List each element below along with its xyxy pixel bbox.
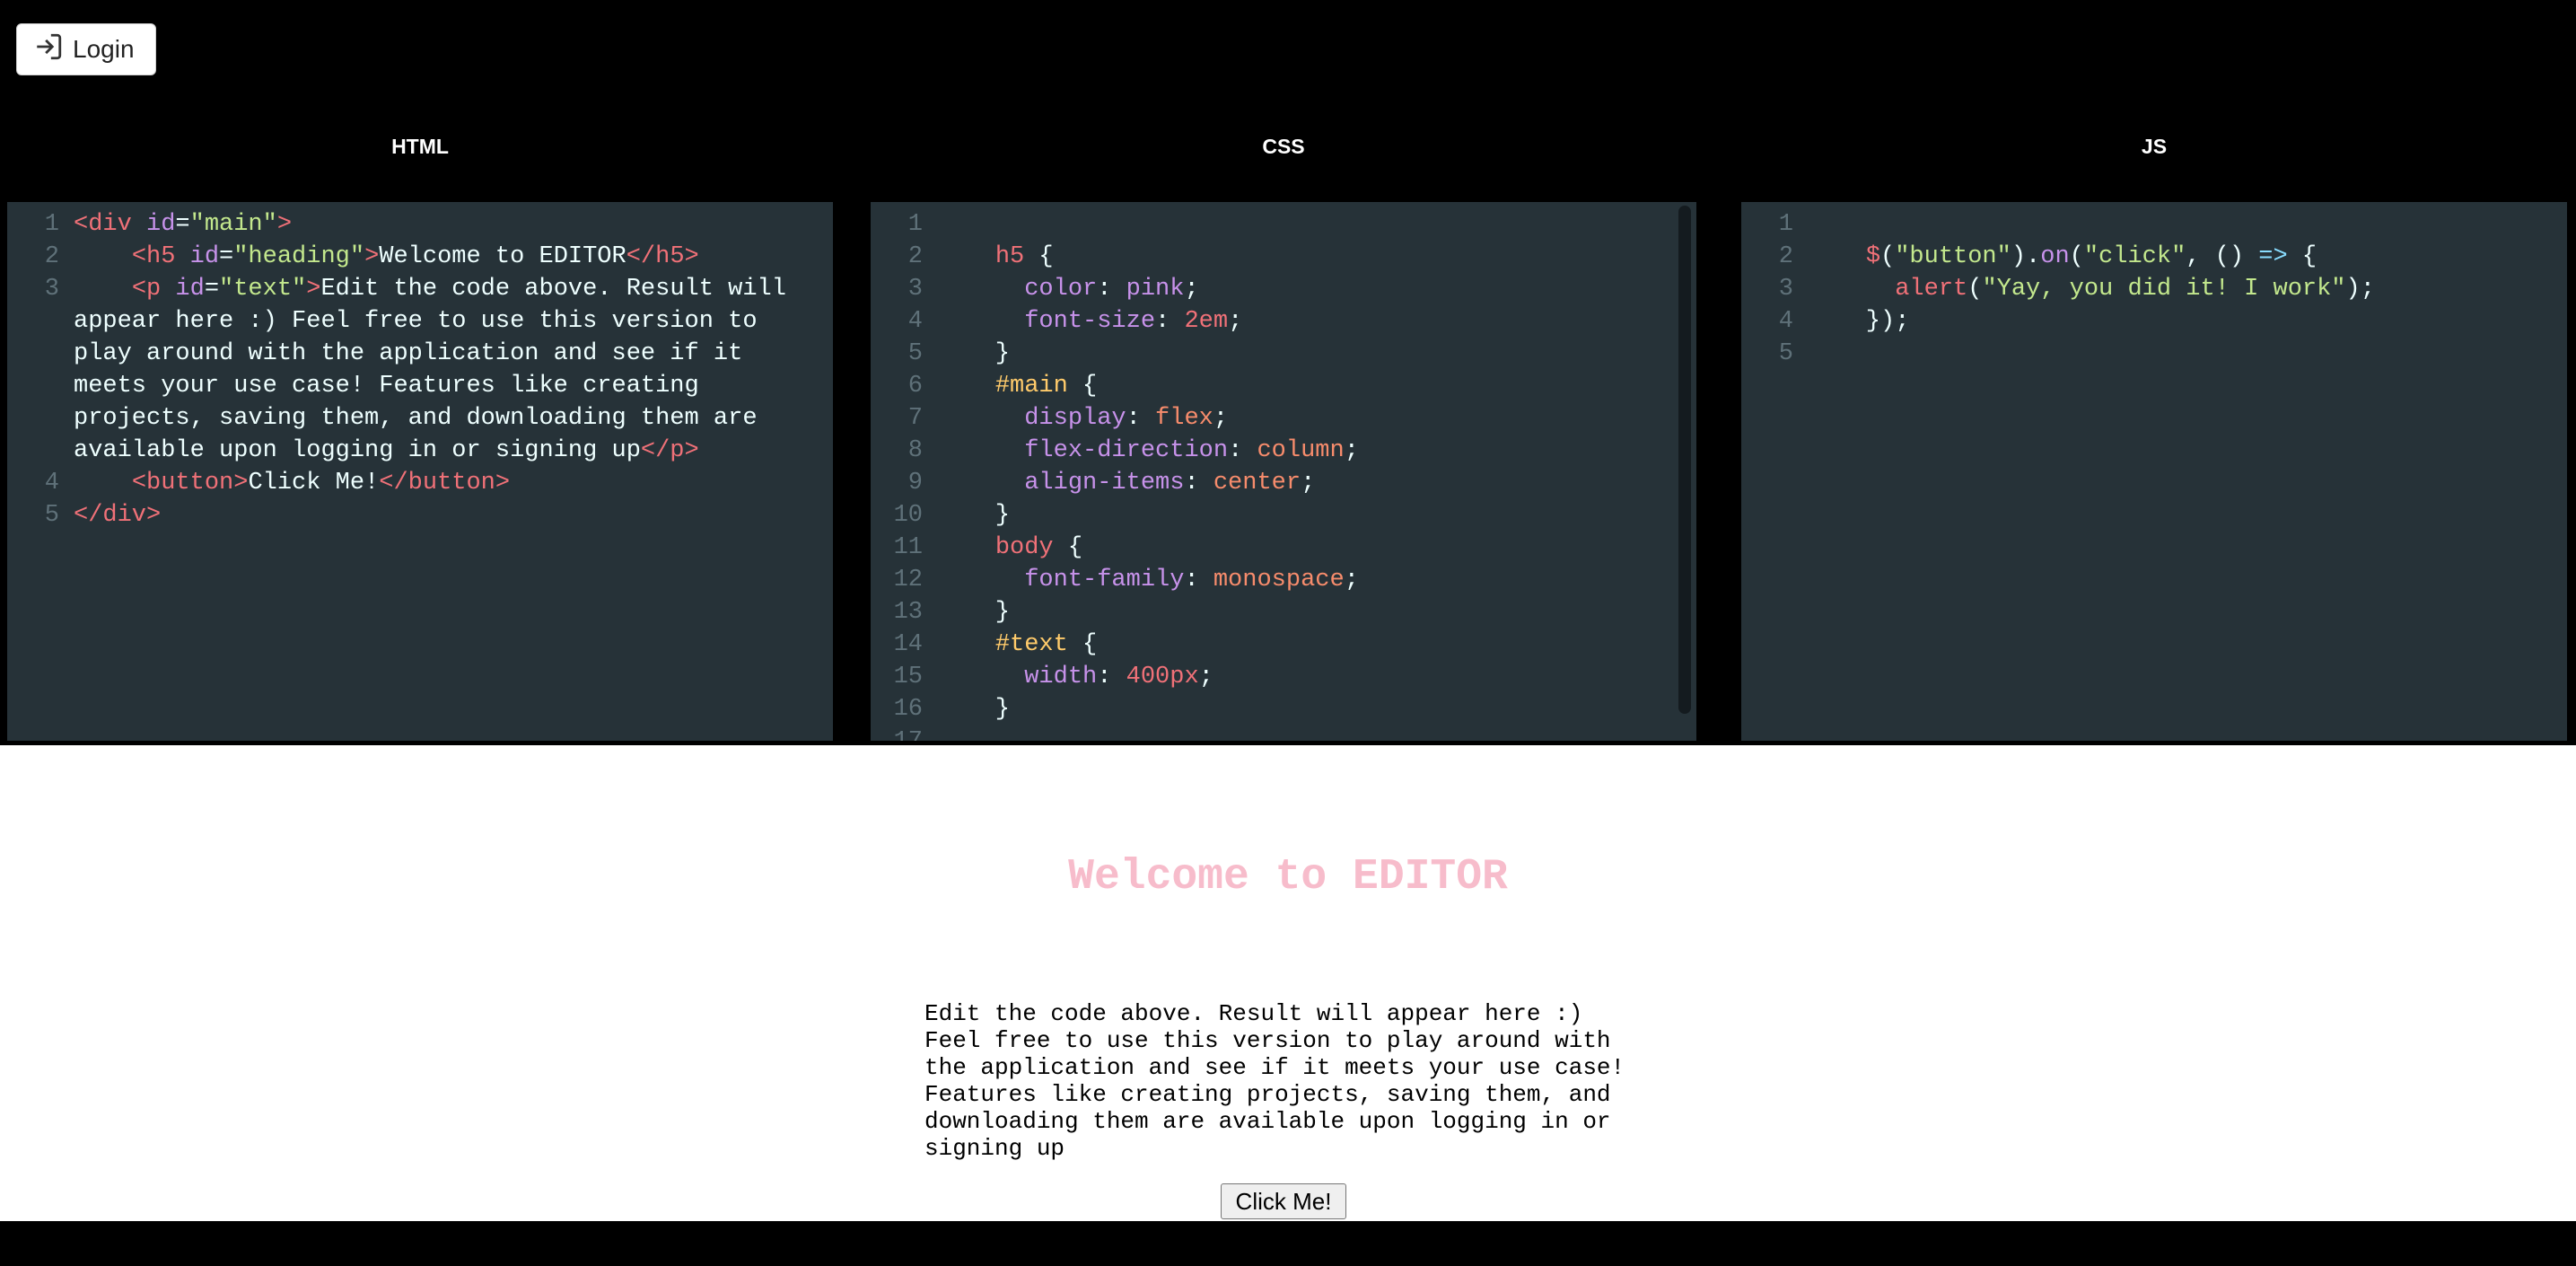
js-pane-title: JS (2141, 135, 2168, 158)
code-line: 1 <div id="main"> (44, 211, 293, 238)
click-me-button[interactable]: Click Me! (1221, 1183, 1346, 1219)
css-editor[interactable]: 1 2 h5 { 3 color: pink; 4 font-size: 2em… (871, 202, 1696, 741)
code-line: 3 <p id="text">Edit the code above. Resu… (44, 276, 802, 464)
code-line: 2 <h5 id="heading">Welcome to EDITOR</h5… (44, 243, 699, 270)
login-icon (33, 31, 64, 68)
result-preview: Welcome to EDITOR Edit the code above. R… (0, 745, 2576, 1221)
html-editor[interactable]: 1 <div id="main"> 2 <h5 id="heading">Welc… (7, 202, 833, 741)
top-bar: Login HTML CSS JS (0, 0, 2576, 198)
code-line: 4 <button>Click Me!</button> (44, 470, 511, 497)
html-pane-title: HTML (391, 135, 449, 158)
result-heading: Welcome to EDITOR (1068, 853, 1508, 901)
result-paragraph: Edit the code above. Result will appear … (924, 1000, 1625, 1162)
js-editor[interactable]: 1 2 $("button").on("click", () => { 3 al… (1741, 202, 2567, 741)
login-label: Login (73, 35, 135, 63)
login-button[interactable]: Login (16, 23, 156, 75)
css-pane-title: CSS (1262, 135, 1305, 158)
css-editor-scrollbar[interactable] (1678, 206, 1691, 714)
code-line: 5 </div> (44, 502, 162, 529)
